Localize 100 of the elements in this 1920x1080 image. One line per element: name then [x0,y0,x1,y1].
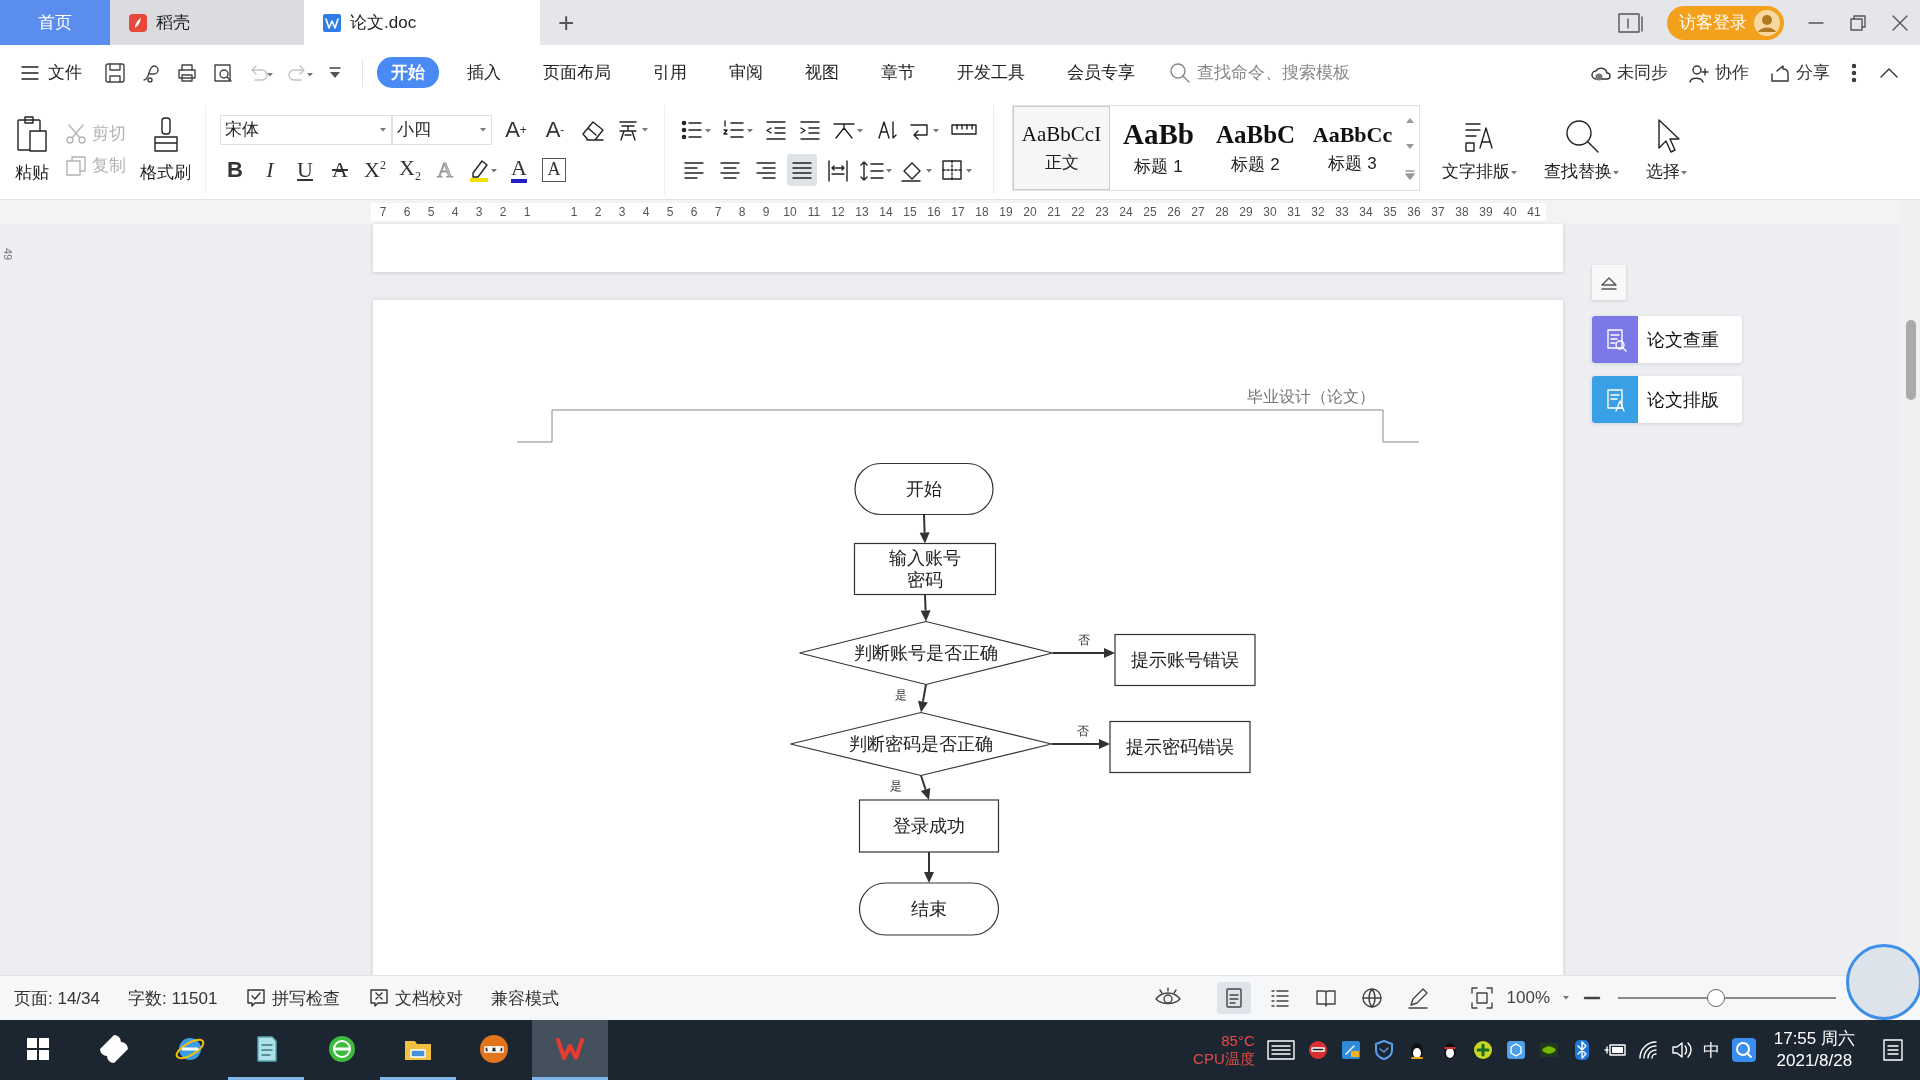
fit-page-icon[interactable] [1468,985,1495,1011]
font-size-button[interactable]: A$^{-}$ [540,113,570,146]
notification-icon[interactable] [1880,1037,1906,1063]
ruler-number: 39 [1478,205,1494,219]
ruler-number: 2 [593,205,603,219]
add-user-icon [1688,62,1710,83]
style-preset[interactable]: AaBbC 标题 2 [1207,106,1304,190]
side-panel-button[interactable]: 论文查重 [1592,316,1742,363]
print-icon[interactable] [176,61,198,84]
window-layout-icon[interactable] [1617,10,1645,35]
ribbon-tab[interactable]: 章节 [867,57,929,88]
underline-button[interactable]: U [290,153,320,186]
font-size-button[interactable]: A$^{+}$ [501,113,531,146]
ruler-number: 17 [950,205,966,219]
scrollbar-thumb[interactable] [1906,320,1916,400]
copy-icon [64,153,88,178]
expand-icon[interactable] [1405,170,1415,181]
subscript-button[interactable]: X$_{2}$ [395,153,425,186]
ruler-number: 38 [1454,205,1470,219]
view-mode-button[interactable] [1216,982,1251,1014]
paste-button[interactable]: 粘贴 [14,115,50,184]
font-name-dropdown[interactable]: 宋体 [220,114,392,145]
avatar-icon [1753,8,1781,37]
proofread-button[interactable]: 文档校对 [368,986,464,1010]
font-color-button[interactable]: A [504,153,534,186]
process-node: 输入账号 密码 [853,542,997,596]
caret-icon [379,126,387,133]
compatibility-mode: 兼容模式 [491,987,560,1010]
clock-time[interactable]: 17:55 周六 [1773,1028,1855,1050]
spell-check-button[interactable]: 拼写检查 [245,986,341,1010]
new-tab-button[interactable]: + [540,6,593,39]
font-size-dropdown[interactable]: 小四 [392,114,492,145]
clock-date[interactable]: 2021/8/28 [1776,1050,1853,1072]
word-count: 字数: 11501 [128,987,218,1010]
ruler-number: 27 [1190,205,1206,219]
monitor-icon[interactable] [1265,1038,1296,1062]
ribbon-tab[interactable]: 插入 [453,57,515,88]
ruler-number: 3 [474,205,484,219]
style-preset[interactable]: AaBbCc 标题 3 [1304,106,1401,190]
superscript-button[interactable]: X$^{2}$ [360,153,390,186]
document-tab[interactable]: 稻壳 [110,0,304,45]
process-node: 登录成功 [858,799,1000,853]
flow-arrow [918,683,928,713]
ruler-number: 23 [1094,205,1110,219]
ribbon-tool-button[interactable]: 查找替换 [1534,116,1630,183]
scroll-top-button[interactable] [1592,265,1626,300]
flow-arrow [919,513,930,544]
ruler-number: 32 [1310,205,1326,219]
toolbar-action[interactable]: 未同步 [1590,61,1668,84]
plus-circle-icon[interactable] [1471,1039,1494,1061]
terminal-node: 开始 [854,462,994,516]
ruler-number: 13 [854,205,870,219]
leaf-logo-icon [128,12,148,33]
search-field[interactable]: 查找命令、搜索模板 [1195,61,1385,84]
ribbon-tool-button[interactable]: 文字排版 [1432,116,1528,183]
toolbar-action[interactable]: 分享 [1769,61,1830,84]
bold-button[interactable]: B [220,153,250,186]
ribbon-tool-button[interactable]: 选择 [1636,116,1698,183]
ruler-number: 35 [1382,205,1398,219]
document-logo-icon [322,12,342,33]
ruler-number: 12 [830,205,846,219]
flow-arrow [1051,648,1115,658]
ribbon-tab[interactable]: 引用 [639,57,701,88]
style-preset[interactable]: AaBb 标题 1 [1110,106,1207,190]
document-tab[interactable]: 论文.doc [304,0,540,45]
app-tile-icon[interactable] [1339,1039,1362,1061]
ribbon-tab[interactable]: 视图 [791,57,853,88]
strike-button[interactable]: A [325,153,355,186]
caret-icon [479,126,487,133]
maximize-icon[interactable] [1848,12,1868,33]
zoom-level[interactable]: 100% [1506,988,1550,1008]
save-icon[interactable] [104,61,126,84]
more-icon[interactable] [1850,61,1858,84]
file-menu[interactable]: 文件 [20,61,82,84]
ruler-number: 22 [1070,205,1086,219]
print-preview-icon[interactable] [212,61,234,84]
format-painter-button[interactable]: 格式刷 [140,115,191,184]
caret-icon[interactable] [1562,995,1570,1001]
toolbar-action[interactable]: 协作 [1688,61,1749,84]
search-app-icon[interactable] [1730,1037,1757,1063]
input-method[interactable]: 中 [1702,1038,1720,1062]
ruler-number: 21 [1046,205,1062,219]
ribbon-tab[interactable]: 页面布局 [529,57,625,88]
ruler-number: 8 [737,205,747,219]
share-icon [1769,62,1791,83]
ribbon-tab[interactable]: 开发工具 [943,57,1039,88]
shield-icon[interactable] [1372,1039,1395,1061]
alignment-button[interactable] [787,153,817,186]
slider-thumb[interactable] [1707,989,1726,1007]
side-panel-button[interactable]: 论文排版 [1592,376,1742,423]
mascot-icon[interactable] [1306,1039,1329,1061]
decision-node: 判断账号是否正确 [798,620,1054,686]
ruler-number: 25 [1142,205,1158,219]
style-preset[interactable]: AaBbCcI 正文 [1013,106,1110,190]
ribbon-tab[interactable]: 审阅 [715,57,777,88]
ribbon-tab[interactable]: 会员专享 [1053,57,1149,88]
italic-button[interactable]: I [255,153,285,186]
wifi-icon[interactable] [1636,1039,1659,1061]
flow-arrow [920,593,931,622]
scroll-down-icon[interactable] [1405,143,1415,151]
